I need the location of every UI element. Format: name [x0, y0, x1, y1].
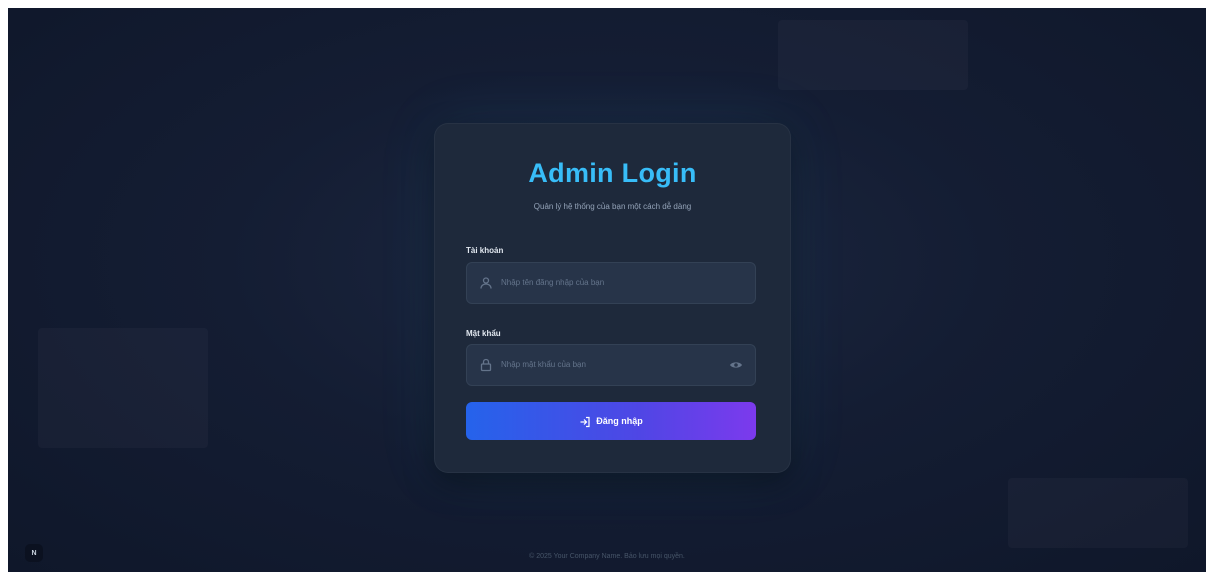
username-label: Tài khoản	[466, 246, 504, 255]
page-title: Admin Login	[528, 158, 697, 188]
username-input[interactable]: Nhập tên đăng nhập của bạn	[466, 262, 756, 304]
login-button[interactable]: Đăng nhập	[466, 402, 756, 440]
eye-icon[interactable]	[729, 358, 743, 372]
background-decoration	[778, 20, 968, 90]
language-toggle-button[interactable]: N	[25, 544, 43, 562]
page-subtitle: Quản lý hệ thống của bạn một cách dễ dàn…	[533, 202, 692, 211]
username-placeholder: Nhập tên đăng nhập của bạn	[501, 278, 605, 287]
login-card: Admin Login Quản lý hệ thống của bạn một…	[434, 123, 791, 473]
password-placeholder: Nhập mật khẩu của bạn	[501, 360, 586, 369]
password-input[interactable]: Nhập mật khẩu của bạn	[466, 344, 756, 386]
background-decoration	[1008, 478, 1188, 548]
login-icon	[579, 415, 591, 428]
user-icon	[479, 276, 493, 290]
footer-copyright: © 2025 Your Company Name. Bảo lưu mọi qu…	[529, 553, 685, 560]
lock-icon	[479, 358, 493, 372]
background-decoration	[38, 328, 208, 448]
password-label: Mật khẩu	[466, 329, 501, 338]
page-background: Admin Login Quản lý hệ thống của bạn một…	[8, 8, 1206, 572]
login-button-label: Đăng nhập	[596, 416, 643, 426]
